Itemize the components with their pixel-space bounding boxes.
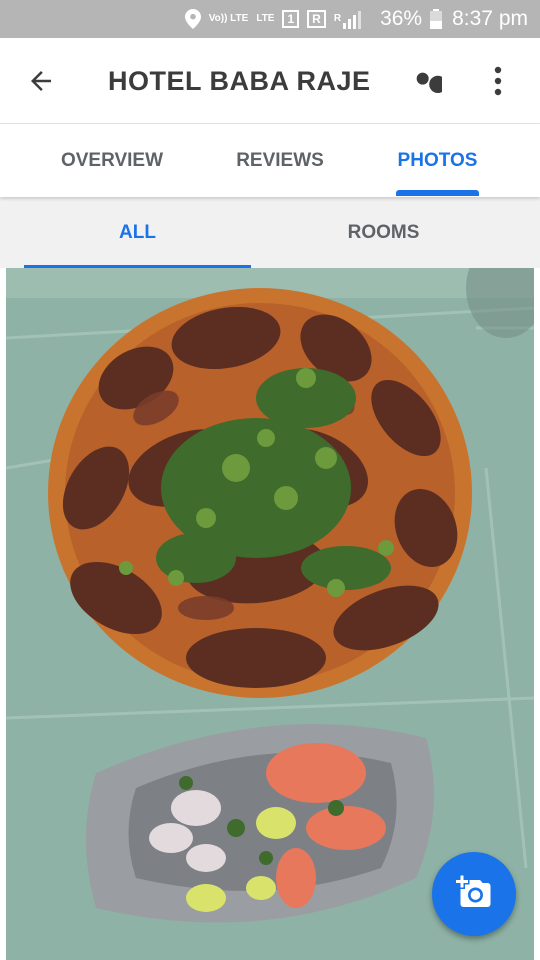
- page-title: HOTEL BABA RAJE: [108, 66, 371, 96]
- app-bar: HOTEL BABA RAJE: [0, 38, 540, 124]
- main-tabs: OVERVIEW REVIEWS PHOTOS: [0, 124, 540, 197]
- roaming-badge: R: [307, 10, 326, 28]
- sim-slot-badge: 1: [282, 10, 300, 28]
- more-options-icon[interactable]: [485, 64, 511, 98]
- subtab-rooms[interactable]: ROOMS: [270, 197, 497, 268]
- subtab-all[interactable]: ALL: [24, 197, 251, 268]
- photo-category-tabs: ALL ROOMS: [0, 197, 540, 268]
- status-bar: Vo)) LTE LTE 1 R R 36% 8:37 pm: [0, 0, 540, 38]
- tab-photos[interactable]: PHOTOS: [380, 124, 495, 197]
- clock-time: 8:37 pm: [452, 7, 528, 30]
- battery-icon: [430, 9, 443, 29]
- battery-percent: 36%: [380, 7, 423, 30]
- tab-overview[interactable]: OVERVIEW: [36, 124, 188, 197]
- location-icon: [184, 9, 201, 29]
- volte-label: Vo)) LTE: [208, 13, 249, 24]
- back-arrow-icon[interactable]: [26, 66, 56, 96]
- search-icon[interactable]: [410, 66, 447, 98]
- lte-label: LTE: [256, 13, 275, 24]
- tab-reviews[interactable]: REVIEWS: [210, 124, 350, 197]
- tab-active-indicator: [396, 190, 479, 196]
- signal-roaming-label: R: [333, 13, 342, 24]
- signal-icon: R: [334, 9, 362, 29]
- add-photo-button[interactable]: [432, 852, 516, 936]
- add-photo-icon: [456, 874, 492, 915]
